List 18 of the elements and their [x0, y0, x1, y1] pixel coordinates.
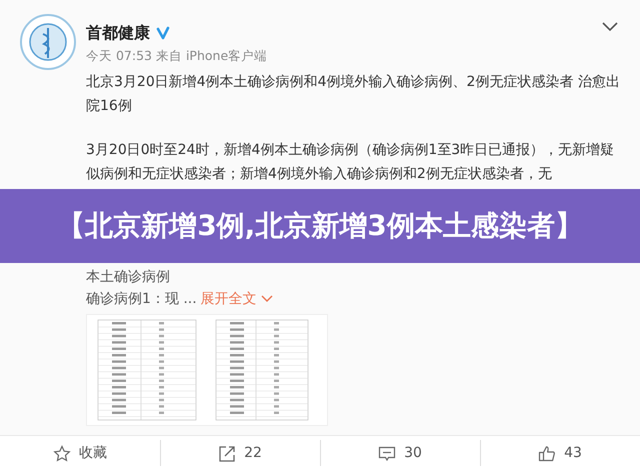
share-icon	[218, 444, 236, 462]
emblem-icon	[20, 14, 76, 70]
post-excerpt: 确诊病例1：现 ...	[86, 290, 197, 309]
favorite-button[interactable]: 收藏	[0, 436, 160, 470]
comment-icon	[378, 444, 396, 462]
repost-button[interactable]: 22	[160, 436, 320, 470]
author-name[interactable]: 首都健康	[86, 22, 150, 44]
comment-button[interactable]: 30	[320, 436, 480, 470]
section-title: 本土确诊病例	[86, 269, 170, 285]
post-paragraph: 北京3月20日新增4例本土确诊病例和4例境外输入确诊病例、2例无症状感染者 治愈出院16例	[86, 73, 621, 116]
post-meta: 今天 07:53 来自 iPhone客户端	[86, 48, 268, 65]
chevron-down-icon[interactable]	[602, 22, 618, 32]
thumbs-up-icon	[538, 444, 556, 462]
star-icon	[53, 444, 71, 462]
headline-title: 【北京新增3例,北京新增3例本土感染者】	[56, 209, 584, 243]
like-button[interactable]: 43	[480, 436, 640, 470]
post-paragraph: 3月20日0时至24时，新增4例本土确诊病例（确诊病例1至3昨日已通报），无新增疑似病例和无症状感染者；新增4例境外输入确诊病例和2例无症状感染者，无	[86, 141, 616, 184]
chevron-down-icon	[260, 295, 273, 303]
